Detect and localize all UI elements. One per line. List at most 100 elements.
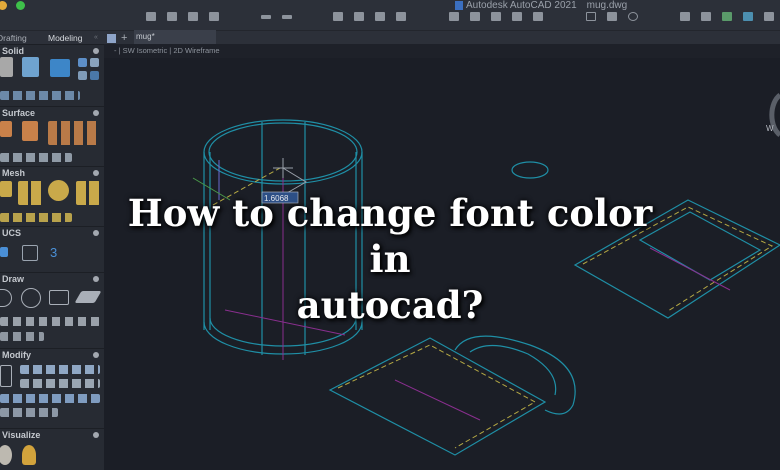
cone-icon[interactable] [78, 58, 87, 67]
polyline-icon[interactable] [0, 289, 12, 307]
properties-icon[interactable] [533, 12, 543, 21]
section-draw: Draw [0, 272, 104, 348]
viewport-icon[interactable] [512, 12, 522, 21]
section-modify: Modify [0, 348, 104, 428]
modify-row4-icons[interactable] [0, 408, 58, 417]
render-sphere-icon[interactable] [0, 445, 12, 465]
modify-row3-icons[interactable] [0, 394, 100, 403]
file-name: mug.dwg [586, 0, 628, 11]
settings-icon[interactable] [93, 432, 99, 438]
mesh-smooth-icons[interactable] [18, 181, 44, 205]
ucs-3point-icon[interactable]: 3 [50, 245, 66, 261]
pan-hand-icon[interactable] [607, 12, 617, 21]
ucs-world-icon[interactable] [0, 247, 8, 257]
collapse-palette-icon[interactable]: « [94, 31, 98, 45]
section-title: Modify [2, 350, 31, 360]
open-icon[interactable] [167, 12, 177, 21]
section-title: Solid [2, 46, 24, 56]
settings-icon[interactable] [93, 276, 99, 282]
layer-properties-icon[interactable] [680, 12, 690, 21]
cylinder-icon[interactable] [90, 58, 99, 67]
draw-more-icons[interactable] [0, 332, 44, 341]
minimize-window-button[interactable] [0, 1, 7, 10]
3d-move-icon[interactable] [0, 365, 12, 387]
group-icon[interactable] [743, 12, 753, 21]
sheet-icon[interactable] [470, 12, 480, 21]
small-ellipse [511, 161, 549, 179]
sphere-icon[interactable] [78, 71, 87, 80]
handle-outer [454, 335, 576, 415]
extrude-icon[interactable] [22, 57, 39, 77]
settings-icon[interactable] [93, 170, 99, 176]
settings-icon[interactable] [93, 110, 99, 116]
wedge-icon[interactable] [90, 71, 99, 80]
loft-surface-icon[interactable] [22, 121, 38, 141]
window-title: Autodesk AutoCAD 2021 mug.dwg [455, 0, 637, 11]
section-surface: Surface [0, 106, 104, 166]
new-tab-plus-icon[interactable]: + [121, 31, 127, 45]
tab-modeling[interactable]: Modeling [48, 31, 83, 45]
autocad-logo-icon [455, 0, 463, 10]
zoom-window-button[interactable] [16, 1, 25, 10]
handle-inner [469, 344, 557, 396]
app-title: Autodesk AutoCAD 2021 [466, 0, 577, 11]
tab-row: Drafting Modeling « + [0, 30, 780, 44]
file-tabs-grid-icon[interactable] [107, 34, 116, 43]
settings-icon[interactable] [93, 230, 99, 236]
viewport-controls[interactable]: - | SW Isometric | 2D Wireframe [104, 44, 780, 58]
modify-row2-icons[interactable] [20, 379, 100, 388]
section-visualize: Visualize [0, 428, 104, 470]
layer-isolate-icon[interactable] [722, 12, 732, 21]
settings-icon[interactable] [93, 352, 99, 358]
viewcube-label[interactable]: W [766, 124, 774, 133]
edit-icon[interactable] [396, 12, 406, 21]
zoom-window-icon[interactable] [586, 12, 596, 21]
mesh-edit-icons[interactable] [0, 213, 72, 222]
section-title: Mesh [2, 168, 26, 178]
section-ucs: UCS 3 [0, 226, 104, 272]
section-title: UCS [2, 228, 22, 238]
section-title: Draw [2, 274, 25, 284]
new-icon[interactable] [146, 12, 156, 21]
rectangle-icon[interactable] [49, 290, 69, 305]
plane-bottom [328, 337, 547, 456]
batch-plot-icon[interactable] [354, 12, 364, 21]
draw-tools-icons[interactable] [0, 317, 100, 326]
match-layer-icon[interactable] [701, 12, 711, 21]
file-tab-mug[interactable]: mug* [134, 30, 216, 44]
polysolid-icon[interactable] [50, 59, 70, 77]
orbit-icon[interactable] [628, 12, 638, 21]
ucs-origin-icon[interactable] [22, 245, 38, 261]
tool-palette: Solid Surface Mesh UCS 3 Draw Modify Vis… [0, 44, 104, 470]
title-bar: Autodesk AutoCAD 2021 mug.dwg [0, 0, 780, 30]
network-surface-icon[interactable] [0, 121, 12, 137]
save-as-icon[interactable] [209, 12, 219, 21]
save-icon[interactable] [188, 12, 198, 21]
redo-icon[interactable] [282, 15, 292, 19]
surface-tools-icons[interactable] [48, 121, 98, 145]
solid-edit-icons[interactable] [0, 91, 80, 100]
tab-drafting[interactable]: Drafting [0, 31, 27, 45]
circle-icon[interactable] [21, 288, 41, 308]
settings-icon[interactable] [93, 48, 99, 54]
surface-edit-icons[interactable] [0, 153, 72, 162]
box-icon[interactable] [0, 57, 13, 77]
publish-icon[interactable] [375, 12, 385, 21]
layout-icon[interactable] [449, 12, 459, 21]
viewcube[interactable]: W [766, 92, 780, 138]
model-icon[interactable] [491, 12, 501, 21]
undo-icon[interactable] [261, 15, 271, 19]
block-icon[interactable] [764, 12, 774, 21]
section-mesh: Mesh [0, 166, 104, 226]
section-solid: Solid [0, 44, 104, 106]
modify-row1-icons[interactable] [20, 365, 100, 374]
headline: How to change font color in autocad? [104, 190, 676, 328]
mesh-crease-icons[interactable] [76, 181, 100, 205]
planar-surface-icon[interactable] [74, 291, 102, 303]
mesh-box-icon[interactable] [0, 181, 12, 197]
plot-icon[interactable] [333, 12, 343, 21]
lights-icon[interactable] [22, 445, 36, 465]
section-title: Visualize [2, 430, 41, 440]
section-title: Surface [2, 108, 36, 118]
mesh-sphere-icon[interactable] [48, 180, 69, 201]
